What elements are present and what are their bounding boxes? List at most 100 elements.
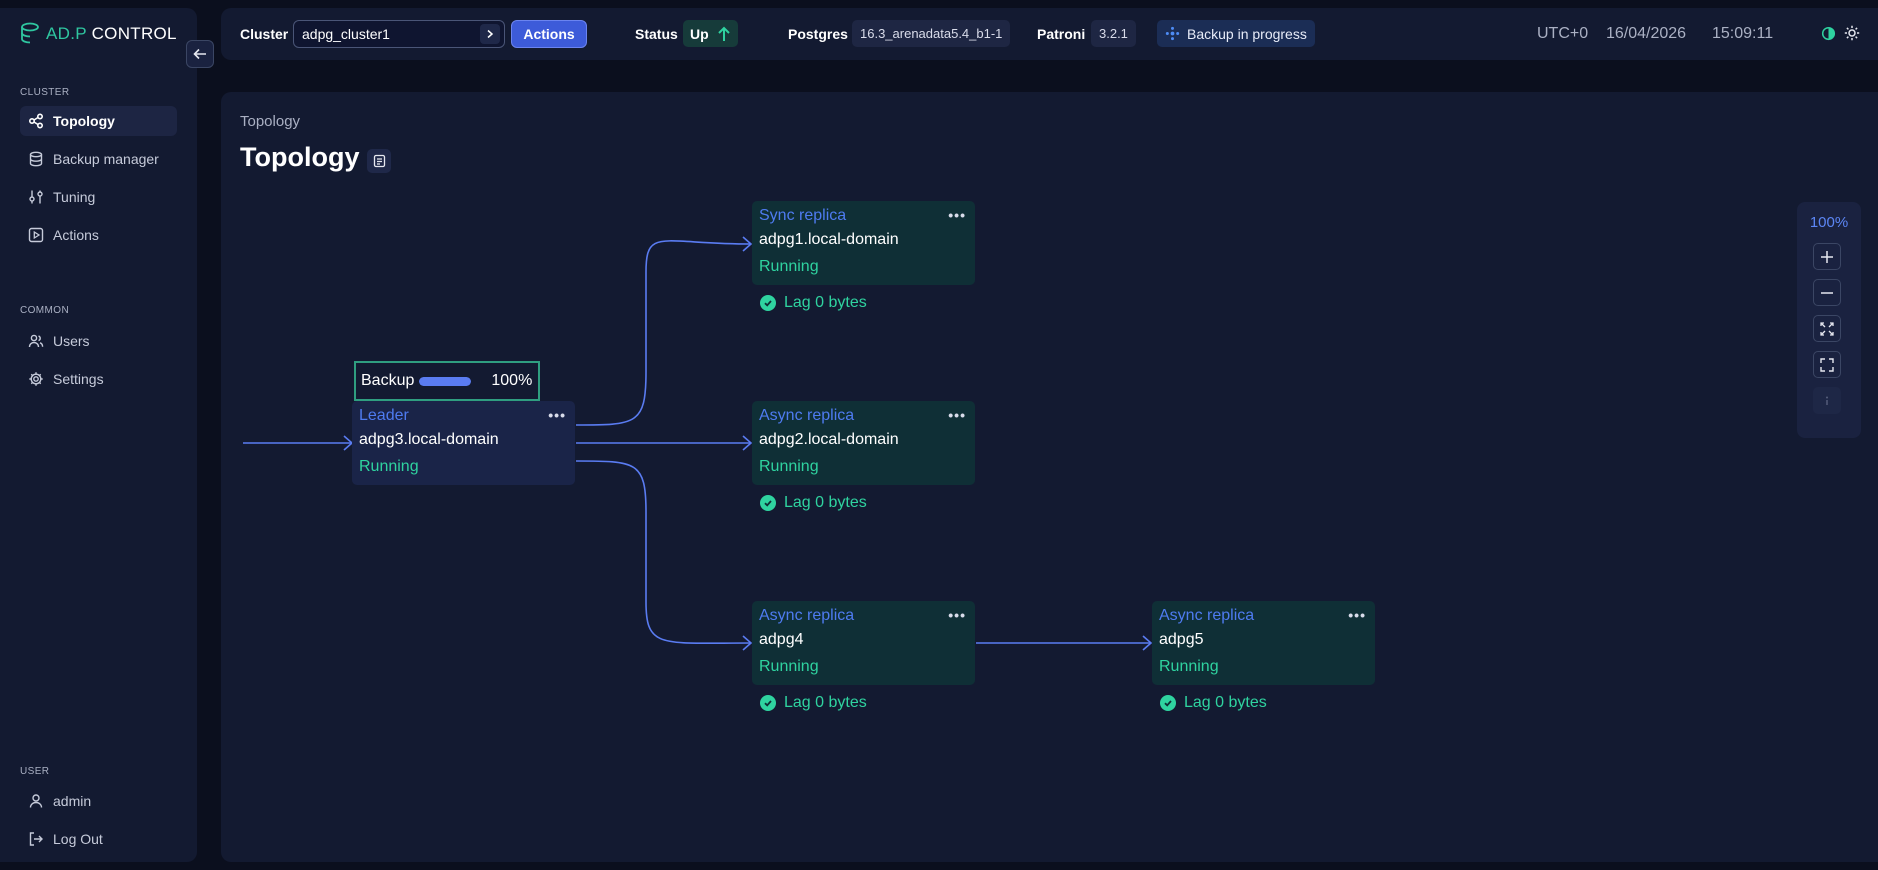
- zoom-out-button[interactable]: [1813, 279, 1841, 306]
- theme-toggle[interactable]: [1821, 25, 1860, 41]
- nav-section-cluster: CLUSTER: [20, 87, 70, 98]
- node-menu-icon[interactable]: •••: [548, 407, 566, 423]
- current-time: 15:09:11: [1712, 25, 1774, 42]
- node-role: Leader: [359, 407, 409, 424]
- zoom-level: 100%: [1809, 214, 1849, 231]
- node-menu-icon[interactable]: •••: [948, 207, 966, 223]
- check-circle-icon: [760, 495, 776, 511]
- postgres-label: Postgres: [788, 26, 848, 42]
- node-state: Running: [759, 658, 819, 675]
- app-logo[interactable]: AD.P CONTROL: [20, 22, 177, 46]
- replica-node-adpg5[interactable]: Async replica adpg5 Running •••: [1152, 601, 1375, 685]
- logo-icon: [21, 22, 39, 44]
- sidebar-item-users[interactable]: Users: [20, 326, 177, 356]
- replica-node-adpg1[interactable]: Sync replica adpg1.local-domain Running …: [752, 201, 975, 285]
- sidebar-item-admin[interactable]: admin: [20, 786, 177, 816]
- logout-icon: [29, 832, 43, 846]
- check-circle-icon: [1160, 695, 1176, 711]
- cluster-select[interactable]: adpg_cluster1: [293, 20, 505, 48]
- actions-button[interactable]: Actions: [511, 20, 587, 48]
- connector-leader-sync: [575, 240, 752, 426]
- sidebar: AD.P CONTROL CLUSTER Topology Backup man…: [0, 8, 197, 862]
- sidebar-item-label: admin: [53, 793, 92, 809]
- sun-icon: [1844, 25, 1860, 41]
- fit-view-icon: [1820, 321, 1834, 336]
- fullscreen-button[interactable]: [1813, 351, 1841, 378]
- backup-percent: 100%: [491, 372, 533, 389]
- postgres-version-badge: 16.3_arenadata5.4_b1-1: [852, 20, 1011, 47]
- node-host: adpg3.local-domain: [359, 431, 499, 448]
- current-date: 16/04/2026: [1606, 25, 1687, 42]
- sidebar-item-tuning[interactable]: Tuning: [20, 182, 177, 212]
- node-menu-icon[interactable]: •••: [948, 607, 966, 623]
- spinner-icon: [1165, 26, 1180, 41]
- replica-lag-adpg5: Lag 0 bytes: [1160, 694, 1267, 712]
- replica-node-adpg2[interactable]: Async replica adpg2.local-domain Running…: [752, 401, 975, 485]
- fullscreen-icon: [1820, 357, 1834, 372]
- connector-leader-async4: [575, 460, 752, 645]
- info-button[interactable]: [1813, 387, 1841, 414]
- users-icon: [28, 334, 44, 348]
- backup-status-badge[interactable]: Backup in progress: [1157, 20, 1315, 47]
- lag-text: Lag 0 bytes: [784, 294, 867, 311]
- fit-view-button[interactable]: [1813, 315, 1841, 342]
- lag-text: Lag 0 bytes: [1184, 694, 1267, 711]
- node-host: adpg4: [759, 631, 804, 648]
- sidebar-item-label: Log Out: [53, 831, 103, 847]
- zoom-in-button[interactable]: [1813, 243, 1841, 270]
- leader-node[interactable]: Leader adpg3.local-domain Running •••: [352, 401, 575, 485]
- info-icon: [1826, 396, 1828, 405]
- arrow-up-icon: [717, 26, 730, 41]
- replica-lag-adpg1: Lag 0 bytes: [760, 294, 867, 312]
- app-title: AD.P CONTROL: [46, 24, 177, 43]
- collapse-sidebar-button[interactable]: [186, 40, 214, 68]
- top-bar: Cluster adpg_cluster1 Actions Status Up …: [221, 8, 1878, 60]
- sliders-icon: [29, 190, 43, 204]
- sidebar-item-backup-manager[interactable]: Backup manager: [20, 144, 177, 174]
- sidebar-item-topology[interactable]: Topology: [20, 106, 177, 136]
- zoom-controls: 100%: [1797, 202, 1861, 438]
- sidebar-item-label: Topology: [53, 113, 115, 129]
- check-circle-icon: [760, 295, 776, 311]
- node-host: adpg2.local-domain: [759, 431, 899, 448]
- sidebar-item-actions[interactable]: Actions: [20, 220, 177, 250]
- sidebar-item-label: Users: [53, 333, 90, 349]
- chevron-right-icon: [480, 24, 500, 44]
- contrast-icon: [1821, 26, 1836, 40]
- node-role: Async replica: [1159, 607, 1255, 624]
- nav-section-user: USER: [20, 766, 50, 777]
- node-role: Async replica: [759, 407, 855, 424]
- sidebar-item-label: Backup manager: [53, 151, 159, 167]
- backup-progress-bar: [419, 376, 472, 386]
- minus-icon: [1821, 291, 1833, 294]
- backup-progress-fill: [419, 376, 472, 386]
- sidebar-item-label: Tuning: [53, 189, 96, 205]
- node-state: Running: [759, 258, 819, 275]
- play-icon: [28, 227, 44, 243]
- sidebar-item-label: Settings: [53, 371, 104, 387]
- sidebar-item-logout[interactable]: Log Out: [20, 824, 177, 854]
- nav-section-common: COMMON: [20, 305, 70, 316]
- replica-node-adpg4[interactable]: Async replica adpg4 Running •••: [752, 601, 975, 685]
- backup-progress: Backup 100%: [354, 361, 540, 401]
- arrow-left-icon: [193, 48, 206, 60]
- database-icon: [29, 151, 43, 167]
- check-circle-icon: [760, 695, 776, 711]
- status-label: Status: [635, 26, 678, 42]
- node-host: adpg5: [1159, 631, 1204, 648]
- status-value: Up: [690, 25, 709, 42]
- node-host: adpg1.local-domain: [759, 231, 899, 248]
- replica-lag-adpg2: Lag 0 bytes: [760, 494, 867, 512]
- patroni-label: Patroni: [1037, 26, 1086, 42]
- node-role: Async replica: [759, 607, 855, 624]
- node-menu-icon[interactable]: •••: [1348, 607, 1366, 623]
- node-state: Running: [759, 458, 819, 475]
- cluster-select-value: adpg_cluster1: [302, 26, 390, 42]
- node-role: Sync replica: [759, 207, 847, 224]
- node-state: Running: [1159, 658, 1219, 675]
- sidebar-item-settings[interactable]: Settings: [20, 364, 177, 394]
- node-state: Running: [359, 458, 419, 475]
- backup-label: Backup: [361, 372, 415, 389]
- lag-text: Lag 0 bytes: [784, 494, 867, 511]
- node-menu-icon[interactable]: •••: [948, 407, 966, 423]
